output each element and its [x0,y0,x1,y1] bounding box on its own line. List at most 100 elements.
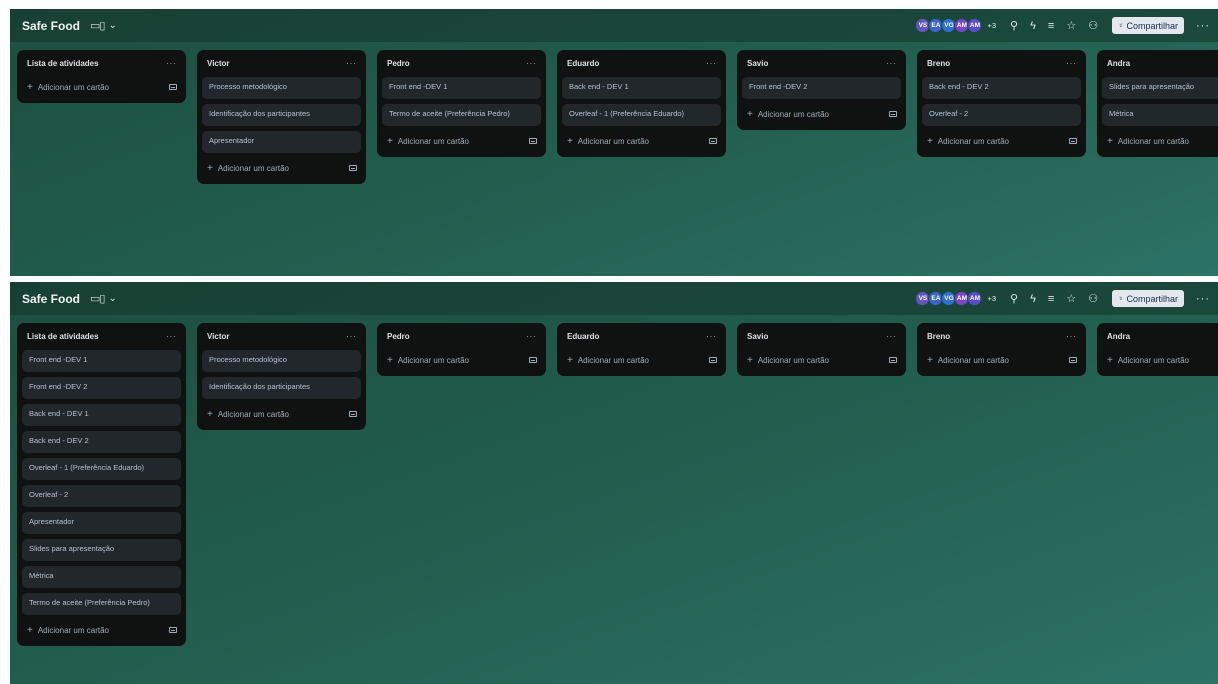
member-avatar[interactable]: AM [967,291,983,306]
card-template-icon[interactable] [349,411,357,417]
lightning-icon[interactable]: ϟ [1030,293,1036,305]
list-title[interactable]: Lista de atividades [27,59,99,68]
list-title[interactable]: Savio [747,332,768,341]
card[interactable]: Métrica [1102,104,1218,126]
card[interactable]: Front end -DEV 2 [742,77,901,99]
board-title[interactable]: Safe Food [22,19,80,33]
add-card-button[interactable]: + Adicionar um cartão [382,131,541,151]
list-menu-ellipsis-icon[interactable]: ··· [1066,332,1077,341]
card[interactable]: Overleaf - 2 [22,485,181,507]
card-template-icon[interactable] [889,111,897,117]
list-title[interactable]: Breno [927,332,950,341]
card[interactable]: Processo metodológico [202,77,361,99]
star-icon[interactable]: ☆ [1066,292,1076,305]
list-menu-ellipsis-icon[interactable]: ··· [886,332,897,341]
card[interactable]: Back end - DEV 2 [22,431,181,453]
card[interactable]: Processo metodológico [202,350,361,372]
list-menu-ellipsis-icon[interactable]: ··· [1066,59,1077,68]
add-card-button[interactable]: + Adicionar um cartão [562,131,721,151]
card[interactable]: Termo de aceite (Preferência Pedro) [22,593,181,615]
list-title[interactable]: Pedro [387,332,410,341]
board-title[interactable]: Safe Food [22,292,80,306]
card-template-icon[interactable] [349,165,357,171]
add-card-button[interactable]: + Adicionar um cartão [562,350,721,370]
card[interactable]: Slides para apresentação [22,539,181,561]
add-card-button[interactable]: + Adicionar um cartão [1102,131,1218,151]
board-view-icon[interactable]: ▭▯ [90,292,105,305]
card[interactable]: Identificação dos participantes [202,377,361,399]
add-card-button[interactable]: + Adicionar um cartão [22,620,181,640]
list-title[interactable]: Andra [1107,59,1130,68]
chevron-down-icon[interactable]: ⌄ [108,293,116,304]
more-members-count[interactable]: +3 [987,294,996,303]
add-card-button[interactable]: + Adicionar um cartão [22,77,181,97]
card[interactable]: Métrica [22,566,181,588]
list-title[interactable]: Eduardo [567,59,599,68]
card[interactable]: Back end - DEV 1 [22,404,181,426]
add-card-button[interactable]: + Adicionar um cartão [202,404,361,424]
lightning-icon[interactable]: ϟ [1030,20,1036,32]
add-card-button[interactable]: + Adicionar um cartão [922,350,1081,370]
people-icon[interactable]: ⚇ [1088,292,1098,305]
list-title[interactable]: Eduardo [567,332,599,341]
card[interactable]: Overleaf - 2 [922,104,1081,126]
card[interactable]: Front end -DEV 1 [382,77,541,99]
add-card-button[interactable]: + Adicionar um cartão [382,350,541,370]
list-title[interactable]: Savio [747,59,768,68]
star-icon[interactable]: ☆ [1066,19,1076,32]
board-view-icon[interactable]: ▭▯ [90,19,105,32]
chevron-down-icon[interactable]: ⌄ [108,20,116,31]
card[interactable]: Overleaf - 1 (Preferência Eduardo) [562,104,721,126]
list-menu-ellipsis-icon[interactable]: ··· [706,332,717,341]
board-menu-ellipsis-icon[interactable]: ··· [1196,293,1210,305]
card[interactable]: Termo de aceite (Preferência Pedro) [382,104,541,126]
card-template-icon[interactable] [709,357,717,363]
list-title[interactable]: Lista de atividades [27,332,99,341]
list-menu-ellipsis-icon[interactable]: ··· [166,332,177,341]
card[interactable]: Identificação dos participantes [202,104,361,126]
list-menu-ellipsis-icon[interactable]: ··· [526,59,537,68]
list-title[interactable]: Breno [927,59,950,68]
card-template-icon[interactable] [709,138,717,144]
filter-icon[interactable]: ≡ [1048,293,1054,305]
list-menu-ellipsis-icon[interactable]: ··· [706,59,717,68]
card-template-icon[interactable] [529,357,537,363]
member-avatar[interactable]: AM [967,18,983,33]
list-title[interactable]: Andra [1107,332,1130,341]
card[interactable]: Back end - DEV 2 [922,77,1081,99]
filter-icon[interactable]: ≡ [1048,20,1054,32]
card[interactable]: Front end -DEV 2 [22,377,181,399]
share-button[interactable]: ⍤ Compartilhar [1112,17,1184,34]
board-menu-ellipsis-icon[interactable]: ··· [1196,20,1210,32]
list-menu-ellipsis-icon[interactable]: ··· [526,332,537,341]
list-menu-ellipsis-icon[interactable]: ··· [346,59,357,68]
card[interactable]: Back end - DEV 1 [562,77,721,99]
list-title[interactable]: Pedro [387,59,410,68]
add-card-button[interactable]: + Adicionar um cartão [922,131,1081,151]
list-menu-ellipsis-icon[interactable]: ··· [886,59,897,68]
card-template-icon[interactable] [889,357,897,363]
add-card-button[interactable]: + Adicionar um cartão [742,104,901,124]
card[interactable]: Apresentador [202,131,361,153]
add-card-button[interactable]: + Adicionar um cartão [202,158,361,178]
card[interactable]: Overleaf - 1 (Preferência Eduardo) [22,458,181,480]
people-icon[interactable]: ⚇ [1088,19,1098,32]
more-members-count[interactable]: +3 [987,21,996,30]
list-menu-ellipsis-icon[interactable]: ··· [346,332,357,341]
card-template-icon[interactable] [1069,357,1077,363]
share-button[interactable]: ⍤ Compartilhar [1112,290,1184,307]
card-template-icon[interactable] [529,138,537,144]
list-menu-ellipsis-icon[interactable]: ··· [166,59,177,68]
list-title[interactable]: Victor [207,332,230,341]
add-card-button[interactable]: + Adicionar um cartão [1102,350,1218,370]
pin-icon[interactable]: ⚲ [1010,19,1018,32]
add-card-button[interactable]: + Adicionar um cartão [742,350,901,370]
pin-icon[interactable]: ⚲ [1010,292,1018,305]
card-template-icon[interactable] [169,627,177,633]
card[interactable]: Apresentador [22,512,181,534]
card[interactable]: Front end -DEV 1 [22,350,181,372]
list-title[interactable]: Victor [207,59,230,68]
card[interactable]: Slides para apresentação [1102,77,1218,99]
card-template-icon[interactable] [1069,138,1077,144]
card-template-icon[interactable] [169,84,177,90]
